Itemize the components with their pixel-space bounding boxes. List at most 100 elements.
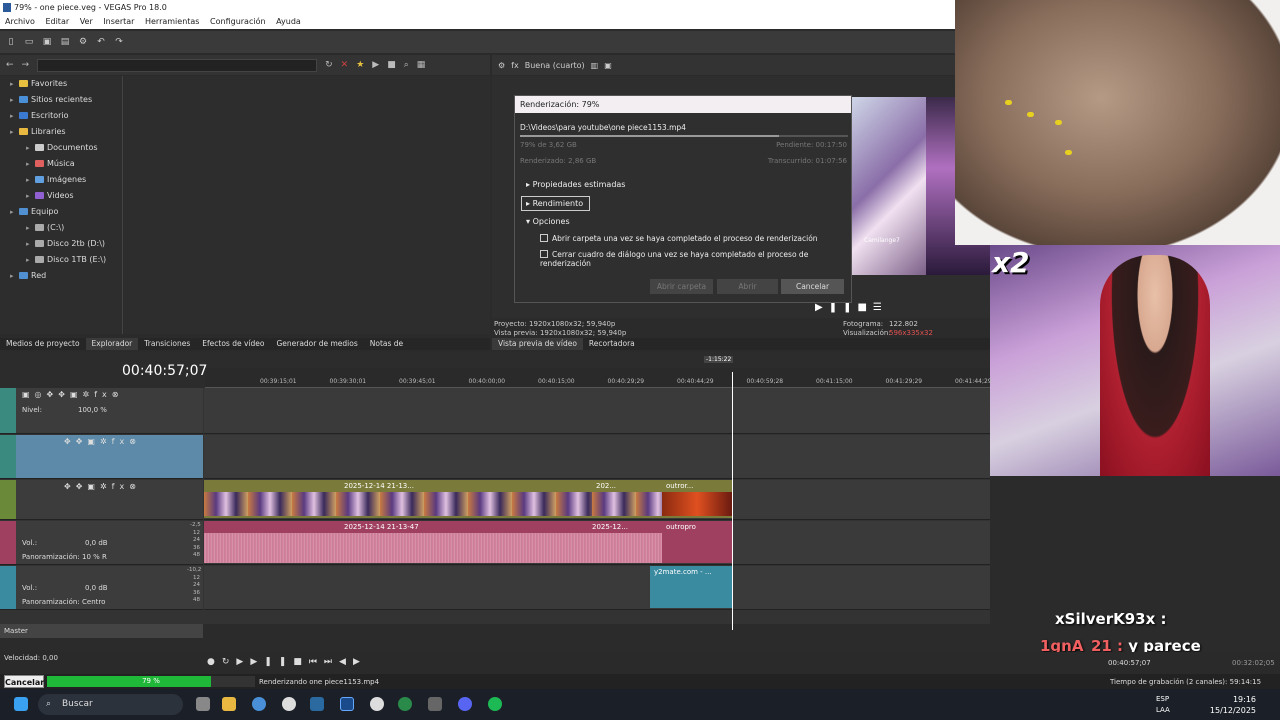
redo-icon[interactable]: ↷ <box>114 37 124 47</box>
tree-item[interactable]: ▸ Escritorio <box>0 108 122 124</box>
new-file-icon[interactable]: ▯ <box>6 37 16 47</box>
expand-arrow-icon[interactable]: ▸ <box>10 268 19 284</box>
expand-arrow-icon[interactable]: ▸ <box>26 252 35 268</box>
delete-icon[interactable]: ✕ <box>341 60 349 70</box>
close-dialog-checkbox[interactable]: Cerrar cuadro de diálogo una vez se haya… <box>540 250 851 268</box>
explorer-file-list[interactable] <box>124 76 490 334</box>
undo-icon[interactable]: ↶ <box>96 37 106 47</box>
search-icon[interactable]: ⌕ <box>404 60 409 70</box>
track-lane-2[interactable] <box>204 435 990 479</box>
tree-item[interactable]: ▸ Videos <box>0 188 122 204</box>
open-folder-button[interactable]: Abrir carpeta <box>650 279 713 294</box>
refresh-icon[interactable]: ↻ <box>325 60 333 70</box>
track-lane-3[interactable]: 2025-12-14 21-13... 202... outror... <box>204 480 990 520</box>
taskbar-clock[interactable]: 19:16 15/12/2025 <box>1210 694 1256 716</box>
save-icon[interactable]: ▣ <box>42 37 52 47</box>
open-folder-icon[interactable]: ▭ <box>24 37 34 47</box>
audio-track-header-1[interactable]: Vol.: 0,0 dB Panoramización: 10 % R <box>0 521 203 565</box>
audio-track-header-2[interactable]: Vol.: 0,0 dB Panoramización: Centro <box>0 566 203 610</box>
obs-icon[interactable] <box>282 697 296 711</box>
video-clip-1[interactable]: 2025-12-14 21-13... <box>204 480 592 518</box>
save-as-icon[interactable]: ▤ <box>60 37 70 47</box>
track2-controls-icon[interactable]: ✥✥▣✲fx⊗ <box>64 437 141 446</box>
expand-arrow-icon[interactable]: ▸ <box>26 172 35 188</box>
views-icon[interactable]: ▦ <box>417 60 426 70</box>
properties-gear-icon[interactable]: ⚙ <box>78 37 88 47</box>
preview-properties-icon[interactable]: ⚙ <box>498 61 505 70</box>
discord-icon[interactable] <box>458 697 472 711</box>
open-button[interactable]: Abrir <box>717 279 778 294</box>
timeline-ruler[interactable]: 00:39:15;01 00:39:30;01 00:39:45;01 00:40:0… <box>205 368 992 388</box>
tree-item[interactable]: ▸ Disco 1TB (E:\) <box>0 252 122 268</box>
chrome-icon[interactable] <box>252 697 266 711</box>
windows-start-icon[interactable] <box>14 697 28 711</box>
play-icon[interactable]: ▶ <box>372 60 379 70</box>
menu-insertar[interactable]: Insertar <box>103 17 134 26</box>
expand-arrow-icon[interactable]: ▸ <box>10 76 19 92</box>
stop-icon[interactable]: ■ <box>387 60 396 70</box>
expand-arrow-icon[interactable]: ▸ <box>26 188 35 204</box>
video-clip-3[interactable]: outror... <box>662 480 732 518</box>
expand-arrow-icon[interactable]: ▸ <box>26 236 35 252</box>
file-explorer-icon[interactable] <box>222 697 236 711</box>
tree-item[interactable]: ▸ Libraries <box>0 124 122 140</box>
timeline-playhead[interactable] <box>732 372 733 630</box>
tab-generador-medios[interactable]: Generador de medios <box>270 338 363 350</box>
menu-archivo[interactable]: Archivo <box>5 17 35 26</box>
taskbar-search[interactable]: ⌕ Buscar <box>38 694 183 715</box>
render-cancel-button[interactable]: Cancelar <box>781 279 844 294</box>
tree-item[interactable]: ▸ Favorites <box>0 76 122 92</box>
vegas-taskbar-icon[interactable] <box>340 697 354 711</box>
tree-item[interactable]: ▸ Documentos <box>0 140 122 156</box>
track3-controls-icon[interactable]: ✥✥▣✲fx⊗ <box>64 482 141 491</box>
overlays-icon[interactable]: ▥ <box>591 61 599 70</box>
section-rendimiento[interactable]: ▸ Rendimiento <box>521 196 590 211</box>
tree-item[interactable]: ▸ Equipo <box>0 204 122 220</box>
expand-arrow-icon[interactable]: ▸ <box>10 124 19 140</box>
audio-clip-2[interactable]: 2025-12... <box>588 521 662 563</box>
expand-arrow-icon[interactable]: ▸ <box>26 156 35 172</box>
expand-arrow-icon[interactable]: ▸ <box>10 92 19 108</box>
section-opciones[interactable]: ▾ Opciones <box>526 217 570 226</box>
menu-editar[interactable]: Editar <box>45 17 69 26</box>
expand-arrow-icon[interactable]: ▸ <box>10 204 19 220</box>
status-cancel-button[interactable]: Cancelar <box>4 675 44 688</box>
track-header-3[interactable]: ✥✥▣✲fx⊗ <box>0 480 203 520</box>
tree-item[interactable]: ▸ (C:\) <box>0 220 122 236</box>
menu-ver[interactable]: Ver <box>80 17 93 26</box>
back-arrow-icon[interactable]: ← <box>6 60 14 70</box>
audio-clip-3[interactable]: outropro <box>662 521 732 563</box>
open-folder-checkbox[interactable]: Abrir carpeta una vez se haya completado… <box>540 234 818 243</box>
track-header-1[interactable]: ▣◎✥✥▣✲fx⊗ Nivel: 100,0 % <box>0 388 203 434</box>
master-bus-header[interactable]: Master <box>0 624 203 638</box>
tree-item[interactable]: ▸ Sitios recientes <box>0 92 122 108</box>
expand-arrow-icon[interactable]: ▸ <box>10 108 19 124</box>
explorer-path-input[interactable] <box>37 58 318 72</box>
tab-recortadora[interactable]: Recortadora <box>583 338 641 350</box>
taskview-icon[interactable] <box>196 697 210 711</box>
spotify-icon[interactable] <box>488 697 502 711</box>
tab-explorador[interactable]: Explorador <box>85 338 139 350</box>
steam-icon[interactable] <box>310 697 324 711</box>
app-icon[interactable] <box>428 697 442 711</box>
menu-configuracion[interactable]: Configuración <box>210 17 266 26</box>
tab-transiciones[interactable]: Transiciones <box>138 338 196 350</box>
tab-notas[interactable]: Notas de <box>364 338 409 350</box>
track-controls-icon[interactable]: ▣◎✥✥▣✲fx⊗ <box>22 390 123 399</box>
expand-arrow-icon[interactable]: ▸ <box>26 140 35 156</box>
video-clip-2[interactable]: 202... <box>592 480 662 518</box>
tree-item[interactable]: ▸ Red <box>0 268 122 284</box>
xbox-icon[interactable] <box>398 697 412 711</box>
audio2-clip[interactable]: y2mate.com - ... <box>650 566 732 608</box>
fx-icon[interactable]: fx <box>511 61 519 70</box>
snapshot-icon[interactable]: ▣ <box>604 61 612 70</box>
tree-item[interactable]: ▸ Imágenes <box>0 172 122 188</box>
quality-select[interactable]: Buena (cuarto) <box>525 61 585 70</box>
tab-vista-previa[interactable]: Vista previa de vídeo <box>492 338 583 350</box>
favorite-star-icon[interactable]: ★ <box>356 60 364 70</box>
track-header-2[interactable]: ✥✥▣✲fx⊗ <box>0 435 203 479</box>
section-propiedades[interactable]: ▸ Propiedades estimadas <box>526 180 625 189</box>
menu-herramientas[interactable]: Herramientas <box>145 17 200 26</box>
language-indicator[interactable]: ESP LAA <box>1156 694 1170 716</box>
forward-arrow-icon[interactable]: → <box>22 60 30 70</box>
